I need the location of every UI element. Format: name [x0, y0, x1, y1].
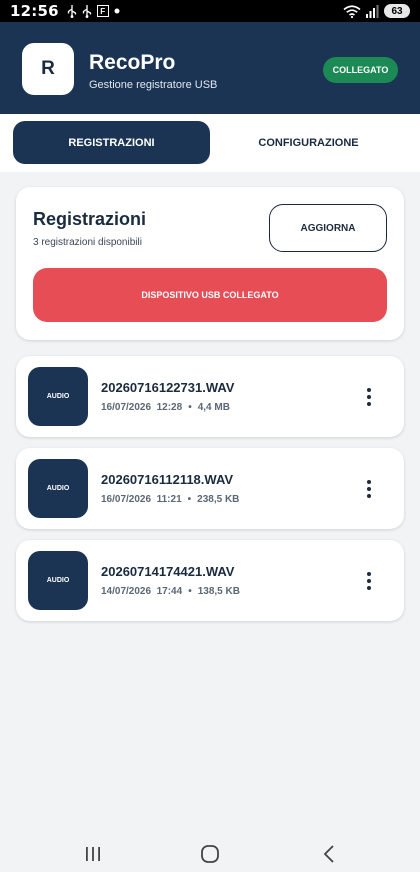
meta-separator: • [188, 586, 192, 597]
recording-date: 16/07/2026 11:21 [101, 494, 182, 505]
home-icon[interactable] [199, 844, 221, 864]
recording-meta: 16/07/2026 12:28 • 4,4 MB [101, 402, 230, 413]
app-title: RecoPro [89, 51, 176, 74]
usb-icon [67, 4, 76, 18]
signal-icon [366, 4, 379, 18]
recording-date: 14/07/2026 17:44 [101, 586, 183, 597]
recordings-summary-card: Registrazioni 3 registrazioni disponibil… [16, 187, 404, 340]
system-nav-bar [0, 836, 420, 872]
recording-meta: 14/07/2026 17:44 • 138,5 KB [101, 586, 240, 597]
recordings-count: 3 registrazioni disponibili [33, 237, 142, 248]
battery-icon: 63 [384, 4, 410, 18]
app-header: R RecoPro Gestione registratore USB COLL… [0, 22, 420, 114]
section-title: Registrazioni [33, 209, 147, 229]
meta-separator: • [188, 402, 192, 413]
recording-item[interactable]: AUDIO 20260716112118.WAV 16/07/2026 11:2… [16, 448, 404, 529]
audio-thumbnail: AUDIO [28, 367, 88, 426]
wifi-icon [343, 4, 361, 18]
tab-configurazione[interactable]: CONFIGURAZIONE [210, 121, 407, 164]
usb-icon [82, 4, 91, 18]
recording-size: 238,5 KB [197, 494, 240, 505]
recording-size: 138,5 KB [197, 586, 240, 597]
recording-filename: 20260716112118.WAV [101, 472, 234, 487]
audio-thumbnail: AUDIO [28, 551, 88, 610]
more-options-icon[interactable] [361, 474, 377, 504]
status-system-icons: 63 [343, 4, 410, 18]
dot-icon [114, 8, 120, 14]
more-options-icon[interactable] [361, 566, 377, 596]
status-time: 12:56 [10, 2, 59, 20]
recording-item[interactable]: AUDIO 20260714174421.WAV 14/07/2026 17:4… [16, 540, 404, 621]
app-subtitle: Gestione registratore USB [89, 79, 218, 91]
back-icon[interactable] [318, 844, 340, 864]
tab-registrazioni[interactable]: REGISTRAZIONI [13, 121, 210, 164]
recents-icon[interactable] [82, 844, 104, 864]
meta-separator: • [187, 494, 192, 505]
status-bar: 12:56 F 63 [0, 0, 420, 22]
recording-date: 16/07/2026 12:28 [101, 402, 183, 413]
connection-status-badge: COLLEGATO [323, 57, 398, 83]
app-logo: R [22, 43, 74, 95]
tab-bar: REGISTRAZIONI CONFIGURAZIONE [0, 114, 420, 172]
recording-item[interactable]: AUDIO 20260716122731.WAV 16/07/2026 12:2… [16, 356, 404, 437]
audio-thumbnail: AUDIO [28, 459, 88, 518]
more-options-icon[interactable] [361, 382, 377, 412]
status-notification-icons: F [67, 4, 120, 18]
recording-filename: 20260714174421.WAV [101, 564, 235, 579]
refresh-button[interactable]: AGGIORNA [269, 204, 387, 252]
usb-status-banner: DISPOSITIVO USB COLLEGATO [33, 268, 387, 322]
recording-meta: 16/07/2026 11:21 • 238,5 KB [101, 494, 239, 505]
recording-filename: 20260716122731.WAV [101, 380, 235, 395]
notification-box-icon: F [96, 5, 109, 17]
recording-size: 4,4 MB [197, 402, 230, 413]
